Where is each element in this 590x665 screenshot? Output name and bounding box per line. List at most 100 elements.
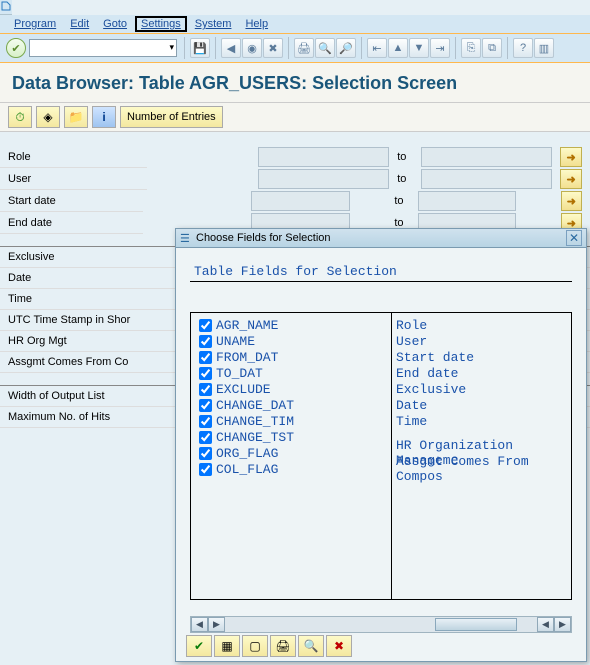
menu-bar: Program Edit Goto Settings System Help: [0, 15, 590, 34]
field-row: ORG_FLAG: [195, 445, 387, 461]
field-name: TO_DAT: [216, 366, 263, 381]
field-row: TO_DAT: [195, 365, 387, 381]
field-name: UNAME: [216, 334, 255, 349]
command-field[interactable]: ▾: [29, 39, 177, 57]
to-label: to: [397, 151, 421, 163]
end-label: End date: [0, 213, 143, 234]
dialog-buttonbar: ✔ ▦ ▢ 🖨 🔍 ✖: [186, 635, 352, 657]
field-desc: Date: [396, 397, 567, 413]
scroll-thumb[interactable]: [435, 618, 517, 631]
dialog-close-button[interactable]: ✕: [566, 230, 582, 246]
field-name: EXCLUDE: [216, 382, 271, 397]
scroll-right-button[interactable]: ▶: [208, 617, 225, 632]
field-checkbox[interactable]: [199, 383, 212, 396]
last-page-button[interactable]: ⇥: [430, 38, 450, 58]
extra-label: Exclusive: [0, 251, 178, 263]
search-button[interactable]: 🔍: [298, 635, 324, 657]
new-session-button[interactable]: ⎘: [461, 38, 481, 58]
start-to-input[interactable]: [418, 191, 517, 211]
menu-help[interactable]: Help: [239, 16, 274, 32]
window-system-icon[interactable]: [0, 0, 12, 15]
layout-button[interactable]: ▥: [534, 38, 554, 58]
field-row: UNAME: [195, 333, 387, 349]
enter-button[interactable]: ✔: [6, 38, 26, 58]
field-checkbox[interactable]: [199, 351, 212, 364]
execute-button[interactable]: ⏱: [8, 106, 32, 128]
field-checkbox[interactable]: [199, 335, 212, 348]
execute-bg-button[interactable]: ◈: [36, 106, 60, 128]
field-name: ORG_FLAG: [216, 446, 278, 461]
field-row: CHANGE_DAT: [195, 397, 387, 413]
scroll-left2-button[interactable]: ◀: [537, 617, 554, 632]
info-button[interactable]: i: [92, 106, 116, 128]
fields-table: AGR_NAMEUNAMEFROM_DATTO_DATEXCLUDECHANGE…: [190, 312, 572, 600]
select-all-button[interactable]: ▦: [214, 635, 240, 657]
extra-label: Time: [0, 293, 178, 305]
menu-system[interactable]: System: [189, 16, 238, 32]
role-from-input[interactable]: [258, 147, 389, 167]
field-name: CHANGE_TST: [216, 430, 294, 445]
field-checkbox[interactable]: [199, 463, 212, 476]
user-from-input[interactable]: [258, 169, 389, 189]
find-button[interactable]: 🔍: [315, 38, 335, 58]
user-to-input[interactable]: [421, 169, 552, 189]
role-multi-button[interactable]: ➜: [560, 147, 582, 167]
cancel-button[interactable]: ✖: [326, 635, 352, 657]
field-desc: Role: [396, 317, 567, 333]
field-row: CHANGE_TIM: [195, 413, 387, 429]
menu-settings[interactable]: Settings: [135, 16, 187, 32]
scroll-left-button[interactable]: ◀: [191, 617, 208, 632]
field-checkbox[interactable]: [199, 447, 212, 460]
role-to-input[interactable]: [421, 147, 552, 167]
field-checkbox[interactable]: [199, 367, 212, 380]
prev-page-button[interactable]: ▲: [388, 38, 408, 58]
field-row: CHANGE_TST: [195, 429, 387, 445]
role-label: Role: [0, 147, 147, 168]
accept-button[interactable]: ✔: [186, 635, 212, 657]
print-button[interactable]: 🖨: [294, 38, 314, 58]
field-desc: End date: [396, 365, 567, 381]
start-from-input[interactable]: [251, 191, 350, 211]
user-multi-button[interactable]: ➜: [560, 169, 582, 189]
field-checkbox[interactable]: [199, 431, 212, 444]
find-next-button[interactable]: 🔎: [336, 38, 356, 58]
field-desc: Assgmt Comes From Compos: [396, 461, 567, 477]
field-checkbox[interactable]: [199, 415, 212, 428]
field-row: FROM_DAT: [195, 349, 387, 365]
field-row: EXCLUDE: [195, 381, 387, 397]
back-button[interactable]: ◀: [221, 38, 241, 58]
exit-button[interactable]: ◉: [242, 38, 262, 58]
scroll-right2-button[interactable]: ▶: [554, 617, 571, 632]
menu-program[interactable]: Program: [8, 16, 62, 32]
maxhits-label: Maximum No. of Hits: [0, 411, 178, 423]
save-button[interactable]: 💾: [190, 38, 210, 58]
cancel-button[interactable]: ✖: [263, 38, 283, 58]
start-multi-button[interactable]: ➜: [561, 191, 582, 211]
help-button[interactable]: ?: [513, 38, 533, 58]
menu-goto[interactable]: Goto: [97, 16, 133, 32]
start-label: Start date: [0, 191, 143, 212]
dialog-subhead: Table Fields for Selection: [190, 262, 572, 282]
dialog-titlebar[interactable]: ☰ Choose Fields for Selection ✕: [176, 229, 586, 248]
get-variant-button[interactable]: 📁: [64, 106, 88, 128]
field-name: FROM_DAT: [216, 350, 278, 365]
deselect-all-button[interactable]: ▢: [242, 635, 268, 657]
field-desc: Time: [396, 413, 567, 429]
first-page-button[interactable]: ⇤: [367, 38, 387, 58]
field-row: COL_FLAG: [195, 461, 387, 477]
field-name: AGR_NAME: [216, 318, 278, 333]
next-page-button[interactable]: ▼: [409, 38, 429, 58]
field-desc: User: [396, 333, 567, 349]
choose-fields-dialog: ☰ Choose Fields for Selection ✕ Table Fi…: [175, 228, 587, 662]
to-label: to: [397, 173, 421, 185]
shortcut-button[interactable]: ⧉: [482, 38, 502, 58]
entries-button[interactable]: Number of Entries: [120, 106, 223, 128]
field-name: COL_FLAG: [216, 462, 278, 477]
field-checkbox[interactable]: [199, 319, 212, 332]
field-name: CHANGE_TIM: [216, 414, 294, 429]
menu-edit[interactable]: Edit: [64, 16, 95, 32]
print-button[interactable]: 🖨: [270, 635, 296, 657]
field-checkbox[interactable]: [199, 399, 212, 412]
extra-label: Assgmt Comes From Co: [0, 356, 178, 368]
h-scrollbar[interactable]: ◀ ▶ ◀ ▶: [190, 616, 572, 633]
